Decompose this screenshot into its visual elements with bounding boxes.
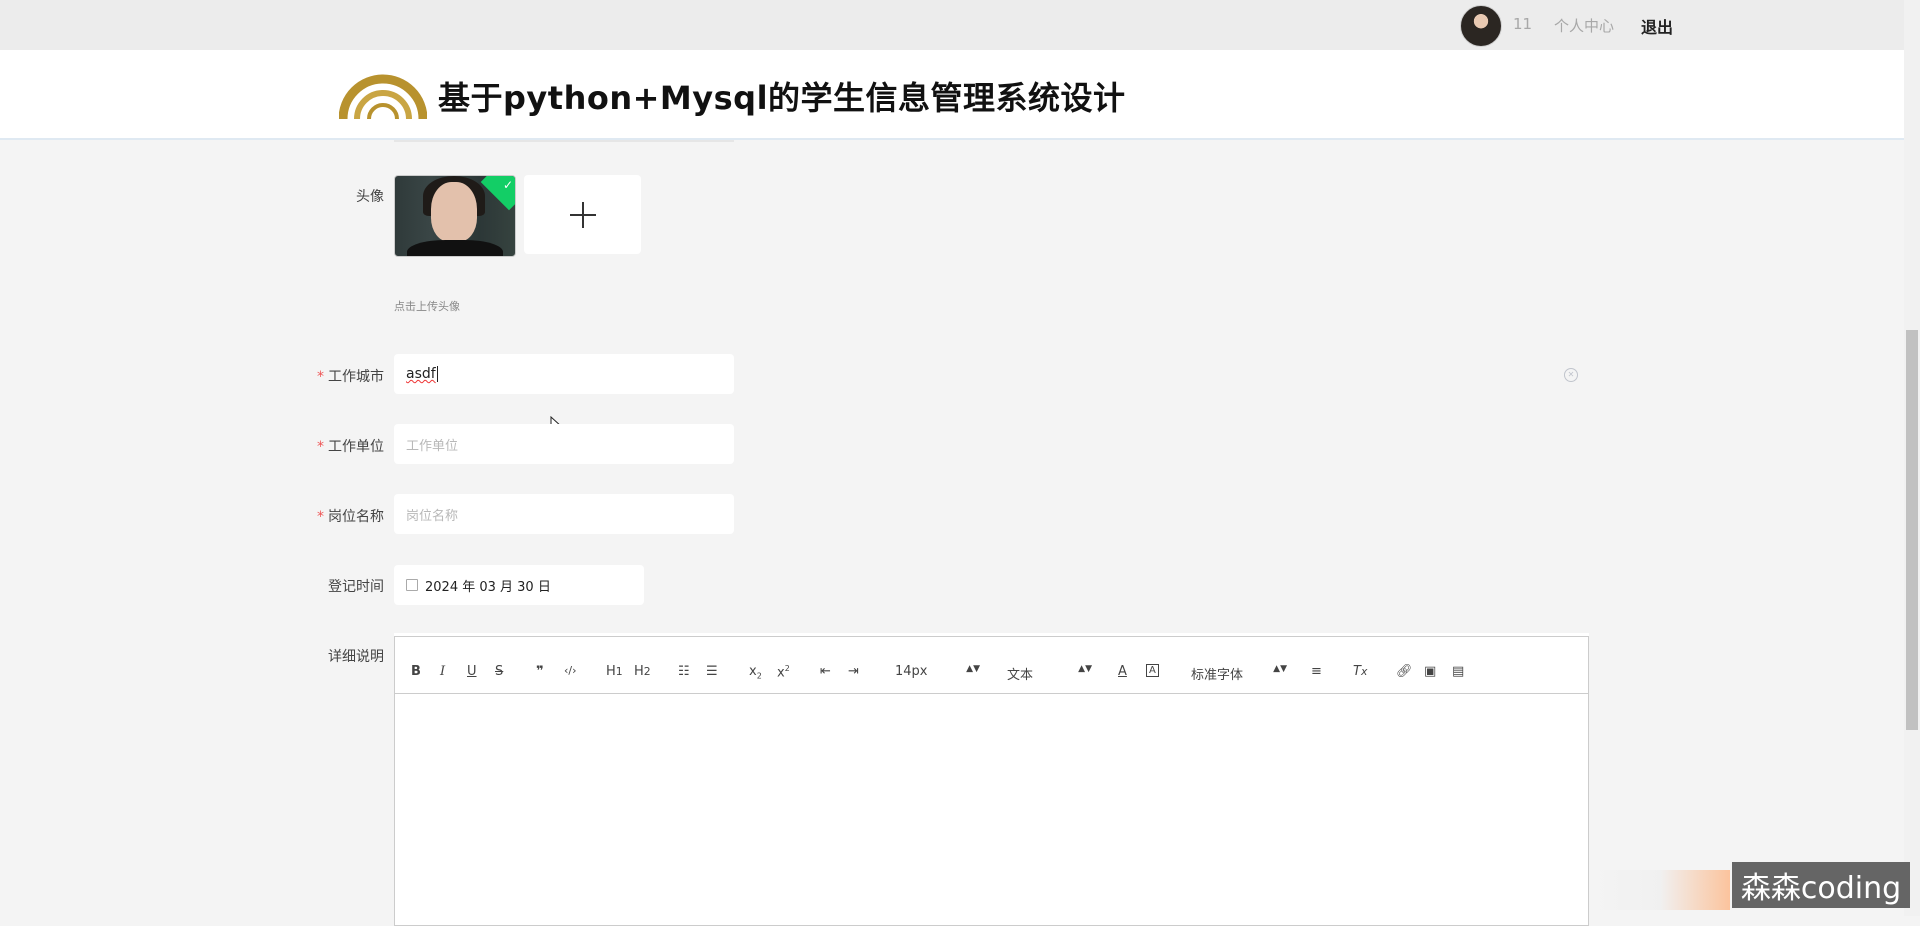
editor-toolbar: B I U S ❞ ‹/› H1 H2 ☷ ☰ x2 x2 ⇤ ⇥ 14px ▲▼… (395, 653, 1588, 694)
register-time-picker[interactable]: 2024 年 03 月 30 日 (394, 565, 644, 605)
avatar-upload-button[interactable] (524, 175, 641, 254)
plus-icon (569, 201, 596, 228)
user-avatar[interactable] (1460, 5, 1502, 47)
font-color-icon[interactable]: A (1118, 664, 1127, 679)
divider (394, 140, 734, 142)
underline-icon[interactable]: U (467, 664, 477, 679)
work-city-input[interactable]: asdf (394, 354, 734, 394)
avatar-thumbnail[interactable]: ✓ (394, 175, 516, 257)
video-icon[interactable]: ▤ (1452, 664, 1464, 679)
font-family-select[interactable]: 标准字体 ▲▼ (1191, 664, 1287, 683)
calendar-icon (406, 579, 418, 591)
position-name-input[interactable]: 岗位名称 (394, 494, 734, 534)
work-city-label: * 工作城市 (317, 369, 384, 385)
logout-link[interactable]: 退出 (1641, 14, 1673, 38)
link-icon[interactable]: 🔗︎ (1396, 664, 1413, 679)
site-header: 基于python+Mysql的学生信息管理系统设计 (0, 50, 1904, 140)
register-time-label: 登记时间 (328, 579, 384, 595)
align-icon[interactable]: ≡ (1311, 664, 1322, 679)
rich-text-editor[interactable]: B I U S ❞ ‹/› H1 H2 ☷ ☰ x2 x2 ⇤ ⇥ 14px ▲▼… (394, 636, 1589, 926)
h2-icon[interactable]: H2 (634, 664, 651, 679)
text-caret (436, 366, 438, 382)
position-name-label: * 岗位名称 (317, 509, 384, 525)
font-size-select[interactable]: 14px ▲▼ (895, 664, 980, 679)
user-name: 11 (1513, 15, 1533, 33)
work-unit-label: * 工作单位 (317, 439, 384, 455)
blockquote-icon[interactable]: ❞ (536, 664, 544, 679)
site-title: 基于python+Mysql的学生信息管理系统设计 (438, 79, 1126, 117)
subscript-icon[interactable]: x2 (749, 664, 762, 681)
watermark: 森森coding (1732, 862, 1910, 908)
outdent-icon[interactable]: ⇤ (820, 664, 831, 679)
h1-icon[interactable]: H1 (606, 664, 623, 679)
superscript-icon[interactable]: x2 (777, 664, 790, 680)
bullet-list-icon[interactable]: ☰ (706, 664, 718, 679)
code-icon[interactable]: ‹/› (564, 664, 577, 677)
italic-icon[interactable]: I (440, 664, 445, 679)
check-icon: ✓ (502, 178, 513, 192)
ordered-list-icon[interactable]: ☷ (678, 664, 690, 679)
work-unit-input[interactable]: 工作单位 (394, 424, 734, 464)
image-icon[interactable]: ▣ (1424, 664, 1436, 679)
logo-icon (339, 74, 427, 120)
avatar-label: 头像 (356, 189, 384, 205)
page-scrollbar-thumb[interactable] (1906, 330, 1918, 730)
profile-link[interactable]: 个人中心 (1554, 15, 1614, 36)
clear-format-icon[interactable]: Tx (1353, 664, 1367, 679)
background-color-icon[interactable]: A (1146, 664, 1159, 677)
top-bar: 11 个人中心 退出 (0, 0, 1904, 50)
strike-icon[interactable]: S (495, 664, 503, 679)
header-type-select[interactable]: 文本 ▲▼ (1007, 664, 1092, 683)
details-label: 详细说明 (328, 649, 384, 665)
indent-icon[interactable]: ⇥ (848, 664, 859, 679)
avatar-upload-tip: 点击上传头像 (394, 300, 460, 313)
clear-icon[interactable]: ✕ (1564, 368, 1578, 382)
bold-icon[interactable]: B (411, 664, 421, 679)
